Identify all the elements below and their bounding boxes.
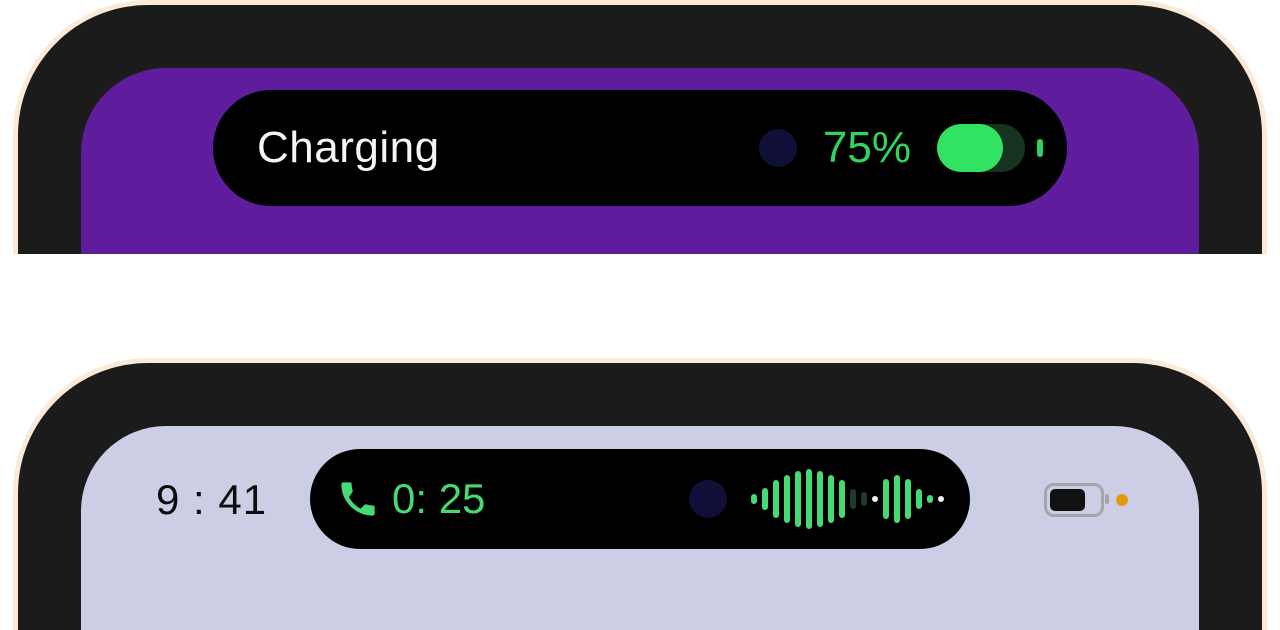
status-right-cluster xyxy=(1044,483,1128,517)
battery-percent-label: 75% xyxy=(823,123,911,173)
waveform-separator-icon xyxy=(872,496,878,502)
waveform-bar xyxy=(839,480,845,518)
waveform-bar xyxy=(795,471,801,527)
waveform-bar xyxy=(916,489,922,509)
waveform-bar xyxy=(850,489,856,509)
truedepth-sensor-icon xyxy=(689,480,727,518)
waveform-bar xyxy=(762,488,768,510)
waveform-bar xyxy=(828,475,834,523)
waveform-end-icon xyxy=(938,496,944,502)
dynamic-island-charging[interactable]: Charging 75% xyxy=(213,90,1067,206)
voice-waveform-icon xyxy=(751,469,944,529)
status-time: 9 : 41 xyxy=(156,476,267,524)
battery-fill xyxy=(937,124,1003,172)
mic-indicator-icon xyxy=(1116,494,1128,506)
battery-cap-icon xyxy=(1037,139,1043,157)
truedepth-sensor-icon xyxy=(759,129,797,167)
waveform-bar xyxy=(806,469,812,529)
voice-live-activity[interactable] xyxy=(689,469,944,529)
battery-fill xyxy=(1050,489,1085,511)
charging-right-cluster: 75% xyxy=(759,123,1043,173)
phone-icon xyxy=(338,479,378,519)
waveform-bar xyxy=(773,480,779,518)
waveform-bar xyxy=(784,475,790,523)
waveform-bar xyxy=(817,471,823,527)
waveform-bar xyxy=(905,479,911,519)
waveform-bar xyxy=(883,479,889,519)
waveform-bar xyxy=(751,494,757,504)
charging-label: Charging xyxy=(257,123,440,173)
waveform-bar xyxy=(927,495,933,503)
waveform-bar xyxy=(861,492,867,506)
waveform-bar xyxy=(894,475,900,523)
dynamic-island-call[interactable]: 0: 25 xyxy=(310,449,970,549)
battery-icon xyxy=(1044,483,1104,517)
call-timer: 0: 25 xyxy=(392,475,485,523)
call-live-activity[interactable]: 0: 25 xyxy=(338,475,485,523)
battery-pill-icon xyxy=(937,124,1025,172)
